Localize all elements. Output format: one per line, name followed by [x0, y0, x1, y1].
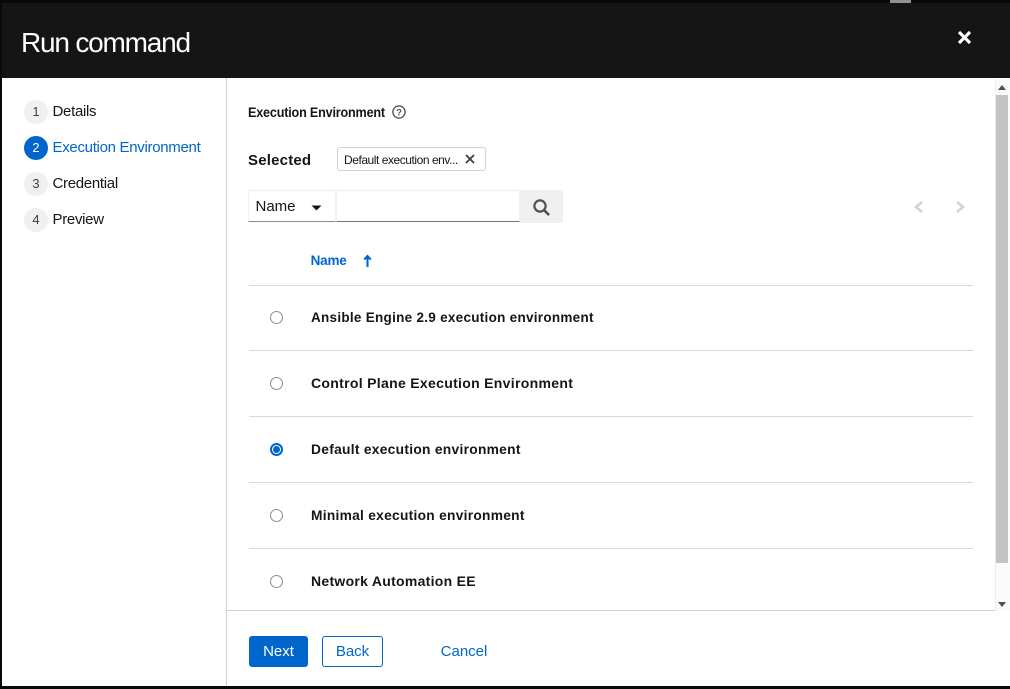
svg-text:?: ? — [396, 107, 402, 118]
